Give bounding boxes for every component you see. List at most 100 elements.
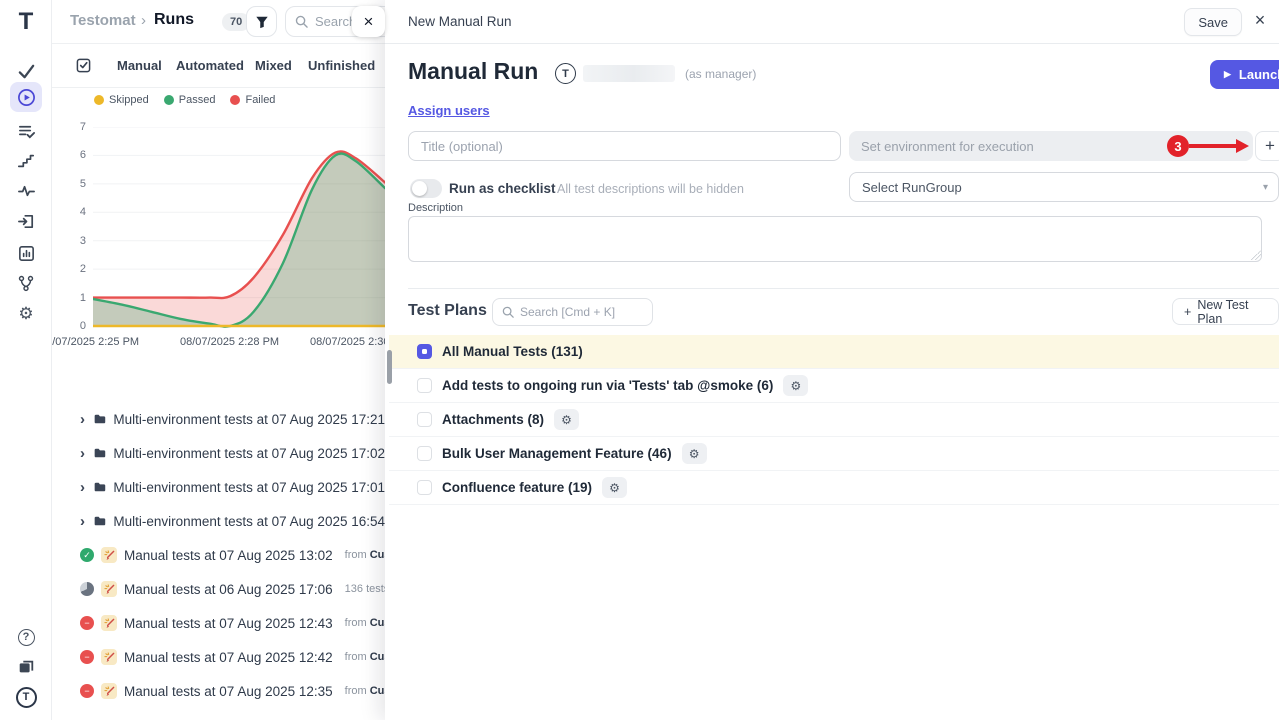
- run-row[interactable]: − Manual tests at 07 Aug 2025 12:35 from…: [52, 674, 385, 708]
- chevron-right-icon[interactable]: ›: [80, 446, 87, 461]
- run-meta: from Custom: [345, 617, 385, 629]
- legend-item-failed[interactable]: Failed: [230, 94, 275, 106]
- x-tick-label: 08/07/2025 2:28 PM: [180, 336, 279, 348]
- folder-icon: [94, 446, 106, 460]
- y-tick-label: 3: [52, 235, 86, 247]
- new-test-plan-button[interactable]: + New Test Plan: [1172, 298, 1279, 325]
- run-as-checklist-toggle[interactable]: [410, 179, 442, 198]
- assign-users-link[interactable]: Assign users: [408, 103, 490, 118]
- run-title-input[interactable]: [408, 131, 841, 161]
- test-plan-row[interactable]: Add tests to ongoing run via 'Tests' tab…: [389, 369, 1279, 403]
- run-row[interactable]: Manual tests at 06 Aug 2025 17:06 136 te…: [52, 572, 385, 606]
- drawer-header: New Manual Run Save ×: [385, 0, 1279, 44]
- test-plan-row[interactable]: All Manual Tests (131): [389, 335, 1279, 369]
- plan-settings-gear-icon[interactable]: ⚙: [554, 409, 579, 430]
- breadcrumb-page[interactable]: Runs: [154, 11, 194, 29]
- tab-unfinished[interactable]: Unfinished: [308, 58, 375, 73]
- rungroup-select[interactable]: Select RunGroup ▾: [849, 172, 1279, 202]
- sidebar-item-analytics[interactable]: [0, 240, 52, 266]
- sidebar-item-milestones[interactable]: [0, 148, 52, 174]
- import-icon: [17, 212, 36, 231]
- search-icon: [295, 15, 308, 28]
- chevron-right-icon[interactable]: ›: [80, 412, 87, 427]
- run-row[interactable]: ✓ Manual tests at 07 Aug 2025 13:02 from…: [52, 538, 385, 572]
- checkbox-checked[interactable]: [417, 344, 432, 359]
- manual-run-icon: [101, 547, 117, 563]
- sidebar-item-help[interactable]: ?: [0, 624, 52, 650]
- status-passed-icon: ✓: [80, 548, 94, 562]
- test-plans-search: [492, 298, 653, 326]
- checkbox-unchecked[interactable]: [417, 446, 432, 461]
- y-tick-label: 5: [52, 178, 86, 190]
- plan-settings-gear-icon[interactable]: ⚙: [783, 375, 808, 396]
- test-plan-row[interactable]: Attachments (8) ⚙: [389, 403, 1279, 437]
- launch-label: Launch: [1239, 67, 1279, 82]
- run-folder-row[interactable]: › Multi-environment tests at 07 Aug 2025…: [52, 436, 385, 470]
- select-all-icon[interactable]: [76, 58, 91, 78]
- tab-mixed[interactable]: Mixed: [255, 58, 292, 73]
- runs-header: Testomat › Runs 70: [52, 0, 385, 44]
- chevron-right-icon[interactable]: ›: [80, 480, 87, 495]
- test-plan-row[interactable]: Bulk User Management Feature (46) ⚙: [389, 437, 1279, 471]
- run-meta: from Custom: [345, 549, 385, 561]
- checkbox-unchecked[interactable]: [417, 480, 432, 495]
- test-plan-row[interactable]: Confluence feature (19) ⚙: [389, 471, 1279, 505]
- legend-label: Failed: [245, 94, 275, 106]
- plan-settings-gear-icon[interactable]: ⚙: [682, 443, 707, 464]
- breadcrumb-app[interactable]: Testomat: [70, 12, 136, 29]
- run-row[interactable]: − Manual tests at 07 Aug 2025 12:43 from…: [52, 606, 385, 640]
- y-tick-label: 0: [52, 320, 86, 332]
- run-folder-row[interactable]: › Multi-environment tests at 07 Aug 2025…: [52, 504, 385, 538]
- sidebar-item-branches[interactable]: [0, 270, 52, 296]
- sidebar-item-projects[interactable]: [0, 654, 52, 680]
- legend-item-skipped[interactable]: Skipped: [94, 94, 149, 106]
- test-plan-label: Confluence feature (19): [442, 480, 592, 495]
- scrollbar-thumb[interactable]: [387, 350, 392, 384]
- run-meta: from Custom: [345, 685, 385, 697]
- drawer-title: New Manual Run: [408, 14, 512, 29]
- sidebar-item-import[interactable]: [0, 208, 52, 234]
- run-meta: 136 tests: [345, 583, 385, 595]
- checkbox-unchecked[interactable]: [417, 378, 432, 393]
- sidebar-item-settings[interactable]: ⚙: [0, 300, 52, 326]
- checklist-label: Run as checklist: [449, 181, 556, 196]
- manual-run-icon: [101, 615, 117, 631]
- chart-x-axis: 08/07/2025 2:25 PM 08/07/2025 2:28 PM 08…: [52, 336, 385, 352]
- run-folder-row[interactable]: › Multi-environment tests at 07 Aug 2025…: [52, 402, 385, 436]
- pulse-icon: [17, 182, 36, 201]
- status-in-progress-icon: [80, 582, 94, 596]
- run-meta: from Custom: [345, 651, 385, 663]
- sidebar-item-activity[interactable]: [0, 178, 52, 204]
- manager-avatar: T: [555, 63, 576, 84]
- close-icon[interactable]: ×: [1249, 10, 1271, 31]
- y-tick-label: 2: [52, 263, 86, 275]
- tab-manual[interactable]: Manual: [117, 58, 162, 73]
- description-textarea[interactable]: [408, 216, 1262, 262]
- plan-settings-gear-icon[interactable]: ⚙: [602, 477, 627, 498]
- testomat-logo[interactable]: T: [0, 8, 52, 36]
- filter-button[interactable]: [246, 6, 277, 37]
- chart-y-axis: 01234567: [52, 127, 86, 327]
- add-environment-button[interactable]: +: [1255, 131, 1279, 161]
- legend-item-passed[interactable]: Passed: [164, 94, 216, 106]
- sidebar-item-tests[interactable]: [0, 58, 52, 84]
- test-plans-search-input[interactable]: [520, 305, 635, 319]
- manual-run-icon: [101, 581, 117, 597]
- sidebar-item-account[interactable]: T: [0, 684, 52, 710]
- launch-button[interactable]: ▶ Launch: [1210, 60, 1279, 89]
- run-row[interactable]: − Manual tests at 07 Aug 2025 12:42 from…: [52, 640, 385, 674]
- sidebar-item-plans[interactable]: [0, 118, 52, 144]
- play-icon: ▶: [1224, 69, 1231, 80]
- y-tick-label: 4: [52, 206, 86, 218]
- run-folder-row[interactable]: › Multi-environment tests at 07 Aug 2025…: [52, 470, 385, 504]
- drawer-edge-close-button[interactable]: ×: [352, 6, 385, 37]
- runs-panel: Testomat › Runs 70 Manual Automated Mixe…: [52, 0, 385, 720]
- run-title: Multi-environment tests at 07 Aug 2025 1…: [113, 412, 385, 427]
- save-button[interactable]: Save: [1184, 8, 1242, 36]
- bar-chart-icon: [17, 244, 36, 263]
- checkbox-unchecked[interactable]: [417, 412, 432, 427]
- test-plan-label: Attachments (8): [442, 412, 544, 427]
- sidebar-item-runs[interactable]: [10, 82, 42, 112]
- chevron-right-icon[interactable]: ›: [80, 514, 87, 529]
- tab-automated[interactable]: Automated: [176, 58, 244, 73]
